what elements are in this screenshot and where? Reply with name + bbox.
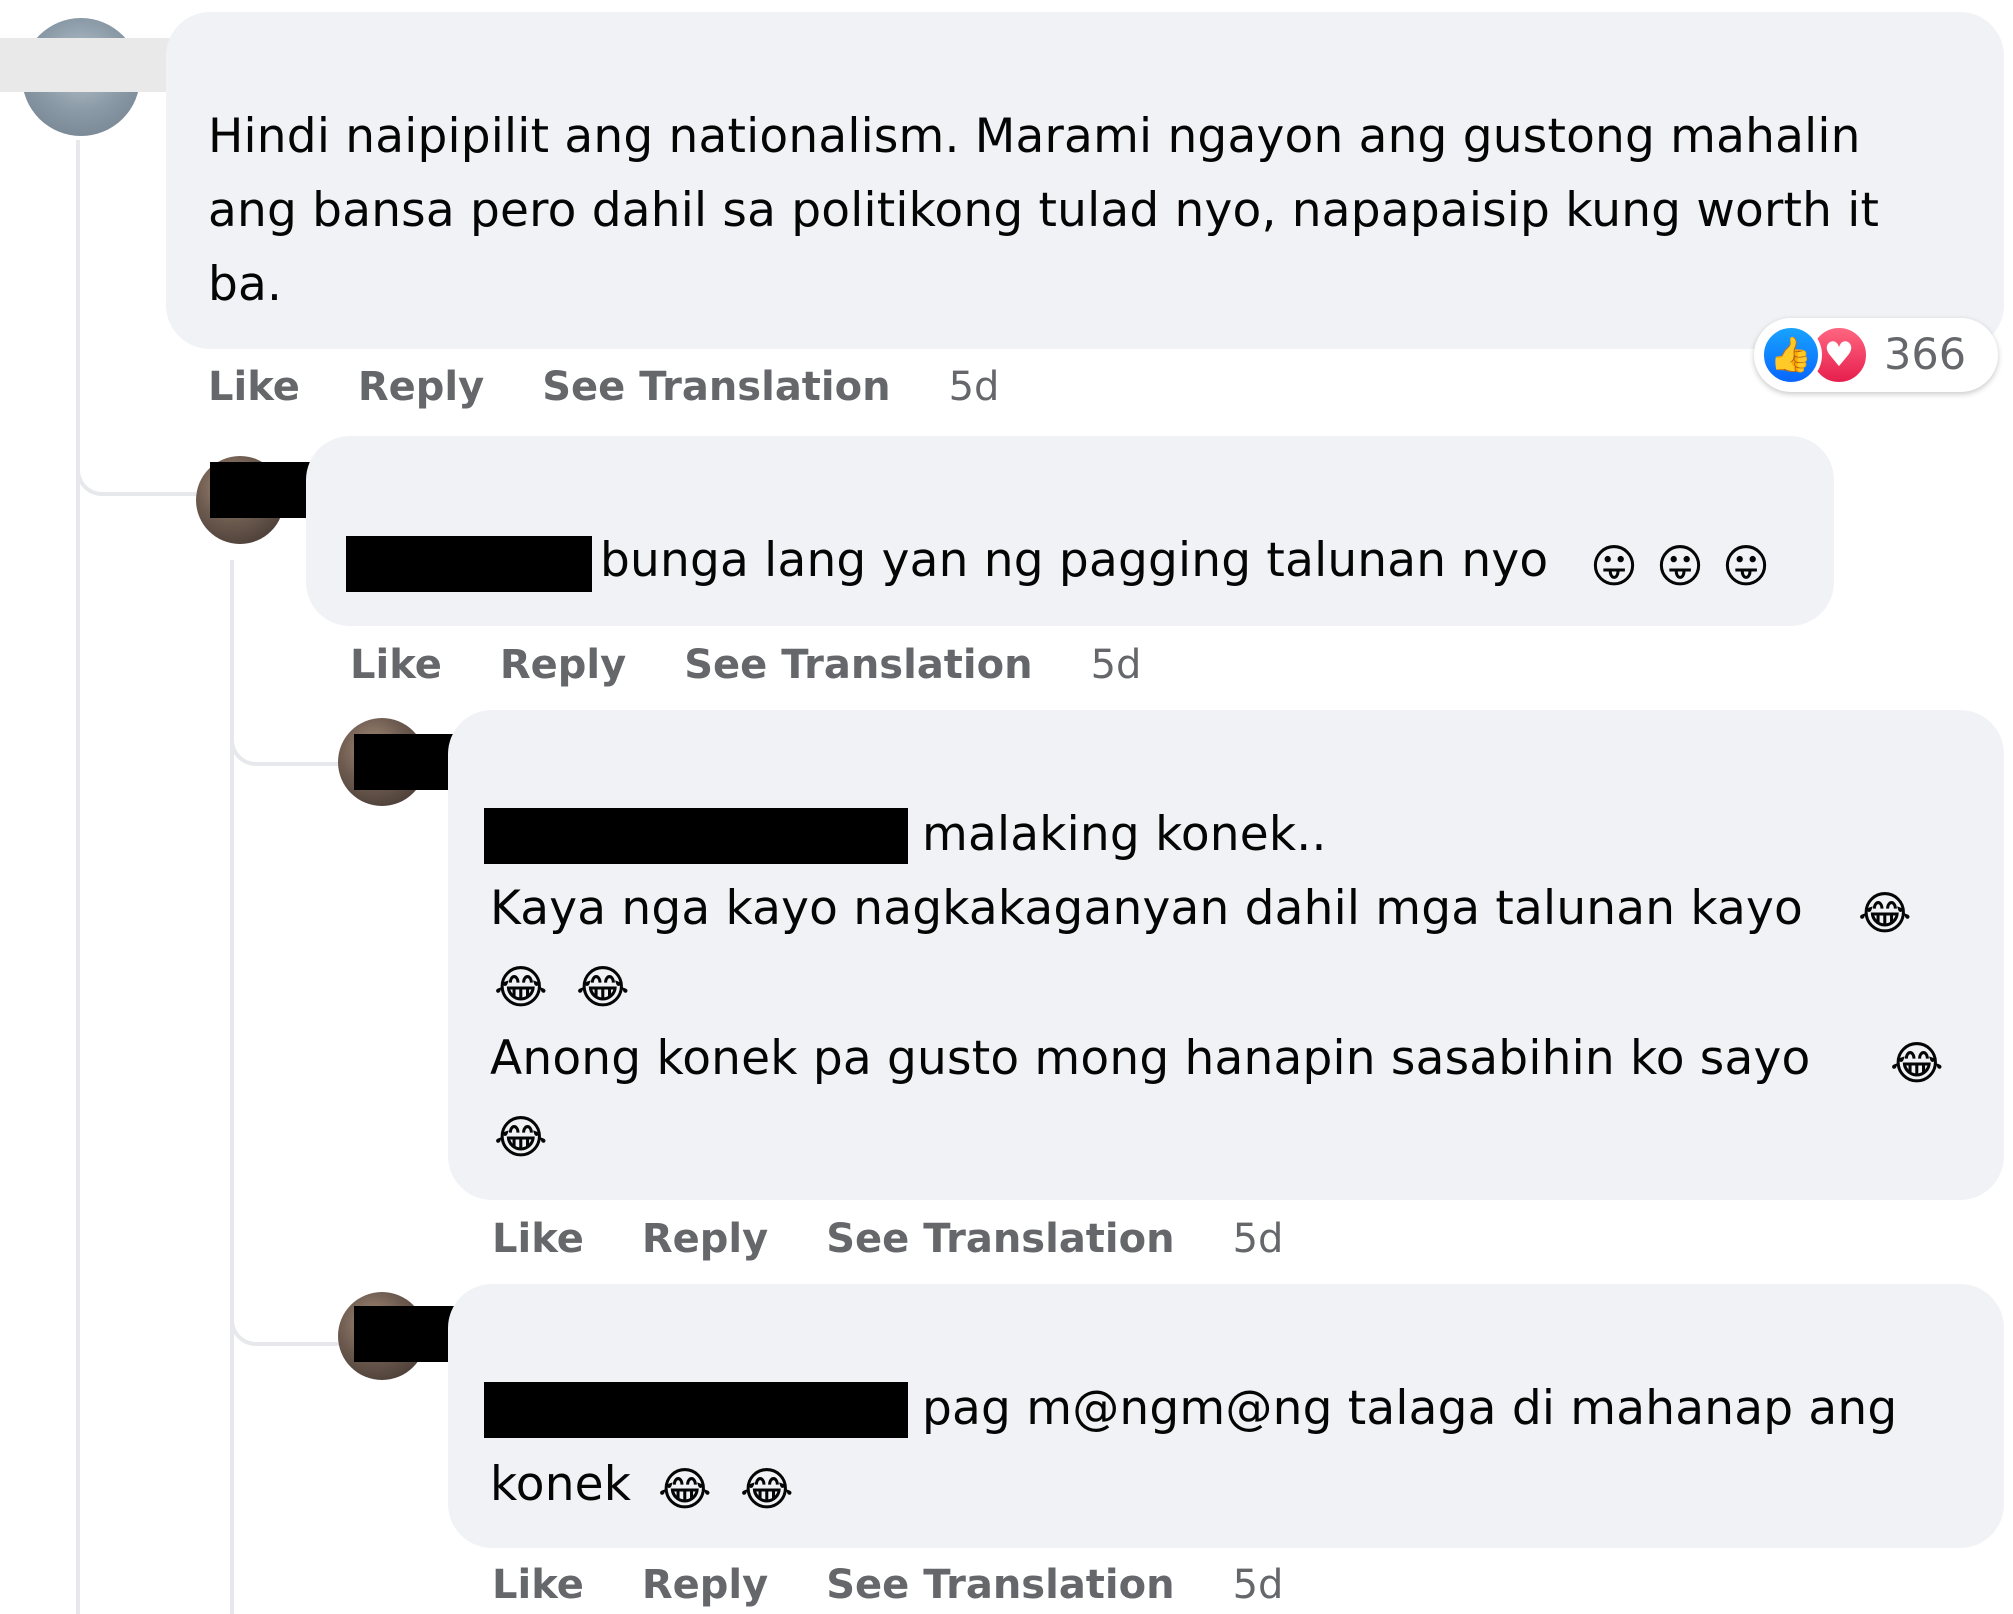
comment-text-line: pag m@ngm@ng talaga di mahanap ang xyxy=(922,1381,1898,1436)
tongue-face-emoji: 😛 xyxy=(1656,539,1704,593)
laughing-emoji: 😂 xyxy=(576,960,630,1014)
timestamp[interactable]: 5d xyxy=(1233,1562,1284,1608)
timestamp[interactable]: 5d xyxy=(1233,1216,1284,1262)
like-button[interactable]: Like xyxy=(492,1216,584,1262)
timestamp[interactable]: 5d xyxy=(1091,642,1142,688)
tongue-face-emoji: 😛 xyxy=(1590,539,1638,593)
laughing-emoji: 😂 xyxy=(494,1110,548,1164)
see-translation-link[interactable]: See Translation xyxy=(826,1562,1174,1608)
comment-bubble xyxy=(306,436,1834,626)
like-button[interactable]: Like xyxy=(350,642,442,688)
redacted-mention xyxy=(484,808,908,864)
comment-text-line: konek xyxy=(490,1457,632,1512)
thread-connector xyxy=(230,690,340,766)
reply-button[interactable]: Reply xyxy=(642,1216,768,1262)
like-button[interactable]: Like xyxy=(492,1562,584,1608)
timestamp[interactable]: 5d xyxy=(949,364,1000,410)
laughing-emoji: 😂 xyxy=(740,1462,794,1516)
reply-button[interactable]: Reply xyxy=(500,642,626,688)
comment-actions: Like Reply See Translation 5d xyxy=(492,1214,1341,1264)
comment-actions: Like Reply See Translation 5d xyxy=(350,640,1199,690)
comment-text-line: Kaya nga kayo nagkakaganyan dahil mga ta… xyxy=(490,881,1803,936)
thread-line-main xyxy=(76,140,80,1614)
comment-bubble xyxy=(448,710,2004,1200)
thread-connector xyxy=(76,420,196,496)
comment-bubble xyxy=(166,12,2004,349)
like-button[interactable]: Like xyxy=(208,364,300,410)
redacted-mention xyxy=(484,1382,908,1438)
comment-text-line: ba. xyxy=(208,257,283,312)
comment-text-line: ang bansa pero dahil sa politikong tulad… xyxy=(208,183,1880,238)
reaction-count: 366 xyxy=(1884,330,1967,380)
comment-text-line: Hindi naipipilit ang nationalism. Marami… xyxy=(208,109,1861,164)
laughing-emoji: 😂 xyxy=(1858,886,1912,940)
reply-button[interactable]: Reply xyxy=(642,1562,768,1608)
comment-text-line: malaking konek.. xyxy=(922,807,1327,862)
reaction-summary[interactable]: 👍 ♥ 366 xyxy=(1754,318,1998,392)
comment-text-line: Anong konek pa gusto mong hanapin sasabi… xyxy=(490,1031,1811,1086)
comment-actions: Like Reply See Translation 5d xyxy=(208,362,1057,412)
redacted-mention xyxy=(346,536,592,592)
see-translation-link[interactable]: See Translation xyxy=(684,642,1032,688)
comment-text-line: bunga lang yan ng pagging talunan nyo xyxy=(600,533,1549,588)
laughing-emoji: 😂 xyxy=(494,960,548,1014)
tongue-face-emoji: 😛 xyxy=(1722,539,1770,593)
laughing-emoji: 😂 xyxy=(658,1462,712,1516)
laughing-emoji: 😂 xyxy=(1890,1036,1944,1090)
comment-actions: Like Reply See Translation 5d xyxy=(492,1560,1341,1610)
like-icon: 👍 xyxy=(1760,324,1822,386)
reply-button[interactable]: Reply xyxy=(358,364,484,410)
see-translation-link[interactable]: See Translation xyxy=(826,1216,1174,1262)
thread-connector xyxy=(230,1270,340,1346)
see-translation-link[interactable]: See Translation xyxy=(542,364,890,410)
